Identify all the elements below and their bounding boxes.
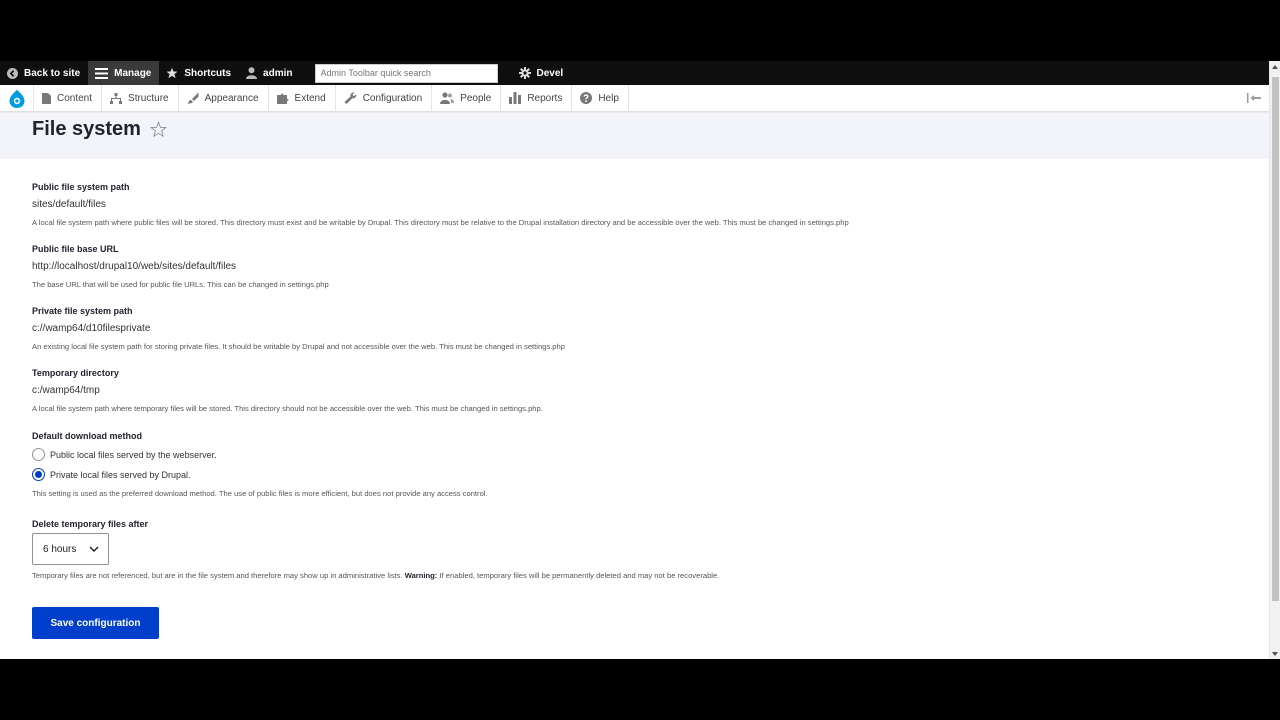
bar-chart-icon bbox=[509, 92, 522, 104]
private-path-description: An existing local file system path for s… bbox=[32, 342, 565, 351]
drupal-drop-icon bbox=[9, 89, 24, 108]
radio-private-files[interactable]: Private local files served by Drupal. bbox=[32, 468, 191, 481]
back-arrow-icon bbox=[7, 67, 18, 79]
admin-menu-tray: Content Structure Appearance Extend Conf… bbox=[0, 84, 1269, 112]
devel-label: Devel bbox=[536, 67, 564, 79]
brush-icon bbox=[186, 92, 199, 104]
scroll-up-arrow-icon[interactable] bbox=[1272, 65, 1278, 69]
temp-dir-description: A local file system path where temporary… bbox=[32, 404, 543, 413]
tray-item-help[interactable]: Help bbox=[572, 84, 629, 112]
public-path-value: sites/default/files bbox=[32, 199, 106, 210]
public-url-value: http://localhost/drupal10/web/sites/defa… bbox=[32, 261, 237, 272]
download-method-label: Default download method bbox=[32, 431, 142, 441]
download-method-description: This setting is used as the preferred do… bbox=[32, 489, 488, 498]
help-icon bbox=[580, 92, 593, 104]
manage-tab[interactable]: Manage bbox=[88, 61, 160, 85]
tray-item-reports[interactable]: Reports bbox=[501, 84, 573, 112]
devel-tab[interactable]: Devel bbox=[512, 61, 572, 85]
tray-item-people[interactable]: People bbox=[432, 84, 502, 112]
tray-item-label: Appearance bbox=[204, 92, 259, 104]
vertical-scrollbar[interactable] bbox=[1269, 61, 1280, 659]
tray-item-label: Structure bbox=[128, 92, 169, 104]
add-shortcut-star-icon[interactable] bbox=[149, 121, 167, 138]
radio-private-label: Private local files served by Drupal. bbox=[50, 469, 191, 480]
sidebar-toggle-icon bbox=[1247, 93, 1261, 103]
chevron-down-icon bbox=[89, 544, 99, 554]
public-url-label: Public file base URL bbox=[32, 244, 119, 254]
tray-item-label: Content bbox=[57, 92, 93, 104]
shortcuts-tab[interactable]: Shortcuts bbox=[159, 61, 239, 85]
tray-orientation-toggle[interactable] bbox=[1247, 93, 1269, 103]
tray-item-extend[interactable]: Extend bbox=[269, 84, 336, 112]
star-icon bbox=[166, 67, 178, 79]
public-path-label: Public file system path bbox=[32, 182, 130, 192]
temp-dir-value: c:/wamp64/tmp bbox=[32, 385, 100, 396]
hamburger-icon bbox=[95, 67, 109, 79]
browser-viewport: Back to site Manage Shortcuts admin Dev bbox=[0, 61, 1280, 659]
tray-item-label: Help bbox=[598, 92, 619, 104]
delete-temp-description-prefix: Temporary files are not referenced, but … bbox=[32, 571, 403, 580]
admin-toolbar: Back to site Manage Shortcuts admin Dev bbox=[0, 61, 1269, 85]
scrollbar-thumb[interactable] bbox=[1272, 77, 1279, 601]
user-label: admin bbox=[263, 67, 293, 79]
page-title: File system bbox=[32, 118, 167, 141]
radio-public-files[interactable]: Public local files served by the webserv… bbox=[32, 448, 217, 461]
delete-temp-label: Delete temporary files after bbox=[32, 519, 149, 529]
tray-item-content[interactable]: Content bbox=[34, 84, 103, 112]
gear-icon bbox=[518, 67, 531, 79]
back-to-site-link[interactable]: Back to site bbox=[0, 61, 88, 85]
tray-item-label: Configuration bbox=[362, 92, 423, 104]
sitemap-icon bbox=[110, 92, 123, 104]
delete-temp-description-suffix: If enabled, temporary files will be perm… bbox=[439, 571, 720, 580]
user-icon bbox=[246, 67, 258, 79]
tray-item-label: Reports bbox=[527, 92, 563, 104]
manage-label: Manage bbox=[114, 67, 152, 79]
page-title-text: File system bbox=[32, 118, 141, 140]
save-configuration-button[interactable]: Save configuration bbox=[32, 607, 159, 639]
delete-temp-selected-value: 6 hours bbox=[43, 543, 77, 555]
warning-label: Warning: bbox=[404, 571, 438, 580]
puzzle-icon bbox=[276, 92, 289, 104]
tray-item-label: Extend bbox=[294, 92, 326, 104]
public-url-description: The base URL that will be used for publi… bbox=[32, 280, 329, 289]
delete-temp-select[interactable]: 6 hours bbox=[32, 533, 109, 565]
scroll-down-arrow-icon[interactable] bbox=[1272, 652, 1278, 656]
page-header bbox=[0, 113, 1269, 159]
private-path-label: Private file system path bbox=[32, 306, 133, 316]
public-path-description: A local file system path where public fi… bbox=[32, 218, 849, 227]
back-to-site-label: Back to site bbox=[24, 67, 81, 79]
temp-dir-label: Temporary directory bbox=[32, 368, 119, 378]
tray-item-structure[interactable]: Structure bbox=[102, 84, 179, 112]
admin-toolbar-search-input[interactable] bbox=[314, 63, 498, 83]
wrench-icon bbox=[344, 92, 357, 104]
delete-temp-description: Temporary files are not referenced, but … bbox=[32, 571, 719, 580]
private-path-value: c://wamp64/d10filesprivate bbox=[32, 323, 151, 334]
radio-button-private[interactable] bbox=[32, 468, 45, 481]
tray-item-configuration[interactable]: Configuration bbox=[336, 84, 433, 112]
radio-button-public[interactable] bbox=[32, 448, 45, 461]
drupal-logo-link[interactable] bbox=[0, 84, 34, 112]
user-tab[interactable]: admin bbox=[239, 61, 300, 85]
document-icon bbox=[42, 92, 51, 104]
radio-public-label: Public local files served by the webserv… bbox=[50, 449, 217, 460]
shortcuts-label: Shortcuts bbox=[184, 67, 232, 79]
tray-item-appearance[interactable]: Appearance bbox=[179, 84, 269, 112]
people-icon bbox=[440, 92, 455, 104]
tray-item-label: People bbox=[460, 92, 492, 104]
